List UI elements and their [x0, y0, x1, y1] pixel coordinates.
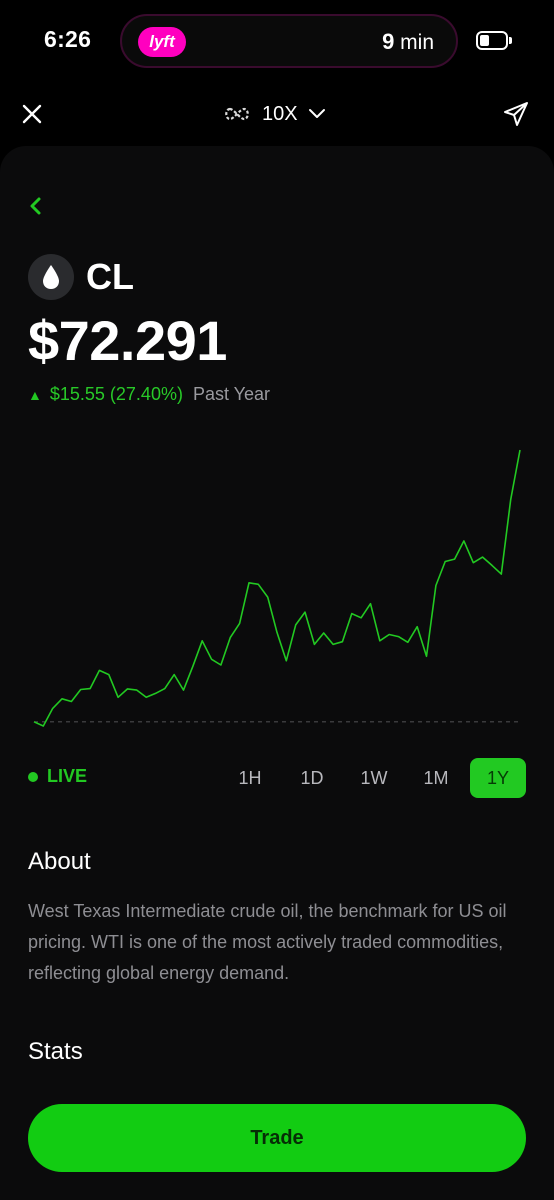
status-time: 6:26 [44, 26, 92, 52]
lyft-logo: lyft [138, 27, 186, 57]
range-1d-button[interactable]: 1D [284, 758, 340, 798]
leverage-selector[interactable]: 10X [222, 96, 326, 132]
chevron-left-icon [30, 197, 41, 215]
up-triangle-icon: ▲ [28, 386, 42, 403]
live-indicator: LIVE [28, 766, 87, 787]
price-change: ▲ $15.55 (27.40%) Past Year [28, 384, 270, 405]
change-period: Past Year [192, 384, 271, 404]
eta-number: 9 [382, 29, 395, 54]
asset-card: CL $72.291 ▲ $15.55 (27.40%) Past Year L… [0, 146, 554, 1200]
close-icon [22, 104, 42, 124]
paper-plane-icon [504, 102, 528, 126]
live-activity-island[interactable]: lyft 9 min [120, 14, 458, 68]
range-selector: 1H 1D 1W 1M 1Y [222, 758, 526, 798]
about-heading: About [28, 848, 91, 875]
leverage-label: 10X [262, 102, 298, 125]
price-series-line [33, 449, 521, 727]
close-button[interactable] [18, 100, 46, 128]
share-button[interactable] [502, 100, 530, 128]
battery-icon [476, 31, 512, 50]
live-dot-icon [28, 771, 38, 782]
trade-button[interactable]: Trade [28, 1104, 526, 1172]
range-1m-button[interactable]: 1M [408, 758, 464, 798]
live-label: LIVE [47, 766, 88, 786]
change-value: $15.55 (27.40%) [49, 384, 183, 404]
range-1y-button[interactable]: 1Y [470, 758, 526, 798]
status-bar: 6:26 lyft 9 min [0, 0, 554, 84]
chevron-down-icon [308, 109, 325, 118]
range-1h-button[interactable]: 1H [222, 758, 278, 798]
battery-fill [480, 35, 489, 46]
range-1w-button[interactable]: 1W [346, 758, 402, 798]
stats-heading: Stats [28, 1038, 83, 1065]
about-description: West Texas Intermediate crude oil, the b… [28, 901, 507, 983]
back-button[interactable] [26, 194, 46, 218]
asset-ticker: CL [86, 256, 134, 297]
asset-avatar [28, 254, 74, 300]
eta-label: 9 min [382, 29, 434, 55]
infinity-icon [225, 107, 249, 121]
oil-drop-icon [43, 265, 59, 289]
asset-price: $72.291 [28, 309, 227, 372]
eta-unit: min [400, 31, 434, 54]
battery-cap [509, 37, 512, 44]
price-chart[interactable] [0, 436, 554, 756]
